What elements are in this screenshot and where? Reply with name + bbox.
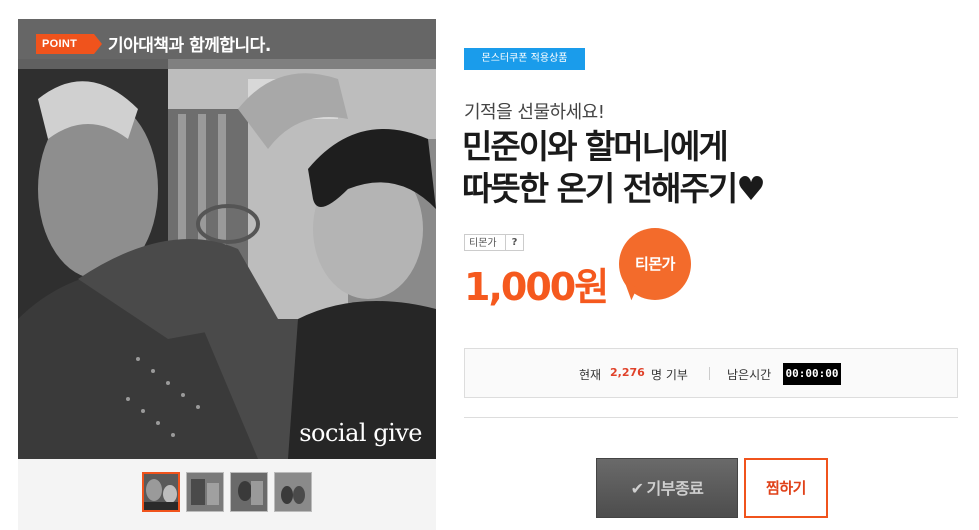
price-help-button[interactable]: ? [506,234,524,251]
countdown-timer: 00:00:00 [783,363,841,385]
wishlist-button[interactable]: 찜하기 [744,458,828,518]
monster-coupon-badge: 몬스터쿠폰 적용상품 [464,48,585,70]
stats-divider [709,367,710,380]
photo-grandmother-and-boy [18,19,436,459]
thumbnail-3[interactable] [230,472,268,512]
donor-count: 2,276 [610,366,645,379]
product-subtitle: 기적을 선물하세요! [464,102,605,123]
price-label: 티몬가 [464,234,506,251]
donate-ended-button[interactable]: ✔ 기부종료 [596,458,738,518]
thumbnail-strip [18,459,436,530]
social-give-watermark: social give [299,419,422,447]
check-icon: ✔ [630,479,644,498]
current-label: 현재 [579,368,602,382]
product-title-line-1: 민준이와 할머니에게 [462,127,729,166]
thumbnail-1[interactable] [142,472,180,512]
donate-button-label: 기부종료 [646,479,704,498]
point-text: 기아대책과 함께합니다. [108,36,271,56]
product-title-line-2: 따뜻한 온기 전해주기♥ [462,169,766,208]
donation-stats-box: 현재 2,276 명 기부 남은시간 00:00:00 [464,348,958,398]
donor-unit: 명 기부 [651,368,688,382]
product-main-image: POINT 기아대책과 함께합니다. social give [18,19,436,459]
price: 1,000원 [464,265,609,309]
section-divider [464,417,958,418]
thumbnail-2[interactable] [186,472,224,512]
point-tag: POINT [36,34,102,54]
tmon-price-bubble: 티몬가 [619,228,691,300]
thumbnail-4[interactable] [274,472,312,512]
product-title: 민준이와 할머니에게 따뜻한 온기 전해주기♥ [462,126,766,210]
point-banner: POINT 기아대책과 함께합니다. [18,19,436,69]
time-left-label: 남은시간 [727,368,772,382]
